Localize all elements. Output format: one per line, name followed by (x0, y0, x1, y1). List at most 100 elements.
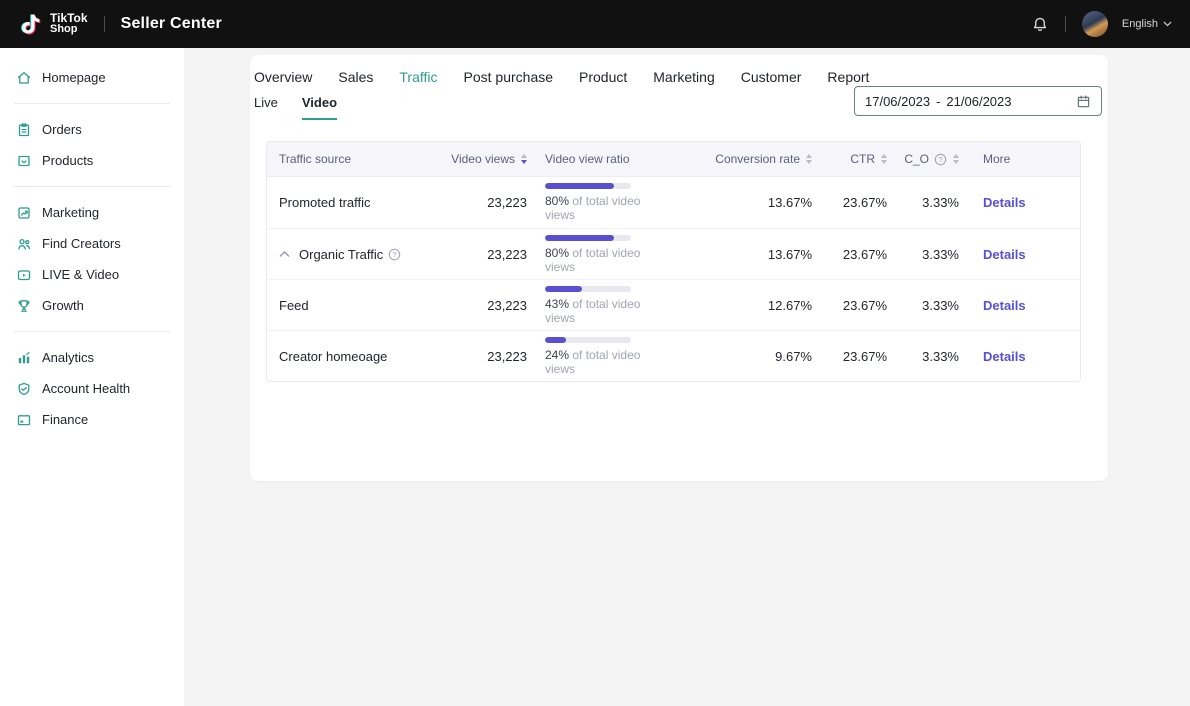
question-circle-icon[interactable]: ? (388, 248, 401, 261)
tab-traffic[interactable]: Traffic (399, 69, 437, 85)
cell-traffic-source: Organic Traffic ? (267, 247, 442, 262)
cell-more: Details (959, 195, 1080, 210)
cell-video-views: 23,223 (442, 298, 527, 313)
svg-text:?: ? (393, 252, 397, 259)
chevron-down-icon (1163, 21, 1172, 27)
sidebar-item-label: Finance (42, 412, 88, 427)
traffic-source-table: Traffic source Video views Video view ra… (266, 141, 1081, 382)
live-video-icon (16, 267, 32, 283)
finance-icon (16, 412, 32, 428)
cell-ctr: 23.67% (812, 298, 887, 313)
details-link[interactable]: Details (983, 349, 1026, 364)
cell-video-views: 23,223 (442, 247, 527, 262)
main-content: Overview Sales Traffic Post purchase Pro… (184, 48, 1190, 706)
calendar-icon (1076, 94, 1091, 109)
date-range-picker[interactable]: 17/06/2023 - 21/06/2023 (854, 86, 1102, 116)
table-row: Feed 23,223 43% of total video views 12.… (267, 279, 1080, 330)
main-tabs: Overview Sales Traffic Post purchase Pro… (254, 69, 869, 85)
cell-traffic-source: Creator homeoage (267, 349, 442, 364)
cell-c-o: 3.33% (887, 298, 959, 313)
sidebar-item-account-health[interactable]: Account Health (0, 373, 184, 404)
analytics-icon (16, 350, 32, 366)
brand-logo[interactable]: TikTok Shop (18, 11, 88, 37)
date-end: 21/06/2023 (946, 94, 1011, 109)
cell-traffic-source: Feed (267, 298, 442, 313)
chevron-up-icon[interactable] (279, 250, 290, 258)
sidebar-item-label: Growth (42, 298, 84, 313)
details-link[interactable]: Details (983, 298, 1026, 313)
cell-video-view-ratio: 80% of total video views (527, 235, 652, 274)
avatar[interactable] (1082, 11, 1108, 37)
ratio-bar (545, 286, 631, 292)
cell-video-view-ratio: 43% of total video views (527, 286, 652, 325)
col-traffic-source: Traffic source (267, 152, 442, 166)
sidebar-item-label: LIVE & Video (42, 267, 119, 282)
cell-more: Details (959, 349, 1080, 364)
sidebar-item-products[interactable]: Products (0, 145, 184, 176)
cell-video-views: 23,223 (442, 349, 527, 364)
subtab-live[interactable]: Live (254, 95, 278, 120)
sidebar-item-growth[interactable]: Growth (0, 290, 184, 321)
table-header-row: Traffic source Video views Video view ra… (267, 142, 1080, 177)
ratio-bar (545, 235, 631, 241)
analytics-card: Overview Sales Traffic Post purchase Pro… (250, 55, 1108, 481)
cell-traffic-source: Promoted traffic (267, 195, 442, 210)
topbar: TikTok Shop Seller Center English (0, 0, 1190, 48)
sidebar-item-finance[interactable]: Finance (0, 404, 184, 435)
sidebar-item-orders[interactable]: Orders (0, 114, 184, 145)
date-start: 17/06/2023 (865, 94, 930, 109)
col-more: More (959, 152, 1080, 166)
table-row: Organic Traffic ? 23,223 80% of total vi… (267, 228, 1080, 279)
sidebar-item-analytics[interactable]: Analytics (0, 342, 184, 373)
subtab-video[interactable]: Video (302, 95, 337, 120)
tab-marketing[interactable]: Marketing (653, 69, 714, 85)
cell-conversion-rate: 12.67% (652, 298, 812, 313)
col-c-o: C_O ? (887, 152, 959, 166)
cell-more: Details (959, 298, 1080, 313)
tab-report[interactable]: Report (827, 69, 869, 85)
cell-c-o: 3.33% (887, 195, 959, 210)
cell-video-views: 23,223 (442, 195, 527, 210)
tab-sales[interactable]: Sales (338, 69, 373, 85)
orders-icon (16, 122, 32, 138)
sidebar-item-marketing[interactable]: Marketing (0, 197, 184, 228)
sidebar-item-live-video[interactable]: LIVE & Video (0, 259, 184, 290)
col-conversion-rate: Conversion rate (652, 152, 812, 166)
sidebar-item-label: Find Creators (42, 236, 121, 251)
language-label: English (1122, 18, 1158, 30)
table-row: Promoted traffic 23,223 80% of total vid… (267, 177, 1080, 228)
app-title: Seller Center (121, 15, 222, 33)
sub-tabs: Live Video (254, 95, 337, 120)
cell-ctr: 23.67% (812, 195, 887, 210)
brand-line2: Shop (50, 24, 88, 35)
topbar-divider (104, 16, 105, 32)
growth-icon (16, 298, 32, 314)
app-root: TikTok Shop Seller Center English (0, 0, 1190, 706)
details-link[interactable]: Details (983, 195, 1026, 210)
sidebar-item-find-creators[interactable]: Find Creators (0, 228, 184, 259)
bell-icon[interactable] (1031, 15, 1049, 33)
tab-customer[interactable]: Customer (741, 69, 802, 85)
col-video-views: Video views (442, 152, 527, 166)
sidebar: Homepage Orders Products (0, 48, 184, 706)
marketing-icon (16, 205, 32, 221)
topbar-right: English (1031, 11, 1172, 37)
tab-post-purchase[interactable]: Post purchase (464, 69, 554, 85)
tab-product[interactable]: Product (579, 69, 627, 85)
sidebar-item-label: Marketing (42, 205, 99, 220)
topbar-divider (1065, 16, 1066, 32)
cell-conversion-rate: 13.67% (652, 195, 812, 210)
cell-c-o: 3.33% (887, 247, 959, 262)
cell-conversion-rate: 13.67% (652, 247, 812, 262)
language-selector[interactable]: English (1122, 18, 1172, 30)
find-creators-icon (16, 236, 32, 252)
details-link[interactable]: Details (983, 247, 1026, 262)
cell-more: Details (959, 247, 1080, 262)
brand-text: TikTok Shop (50, 13, 88, 35)
sidebar-item-label: Orders (42, 122, 82, 137)
date-separator: - (936, 94, 940, 109)
sidebar-divider (14, 103, 170, 104)
sidebar-item-homepage[interactable]: Homepage (0, 62, 184, 93)
question-circle-icon[interactable]: ? (934, 153, 947, 166)
tab-overview[interactable]: Overview (254, 69, 312, 85)
